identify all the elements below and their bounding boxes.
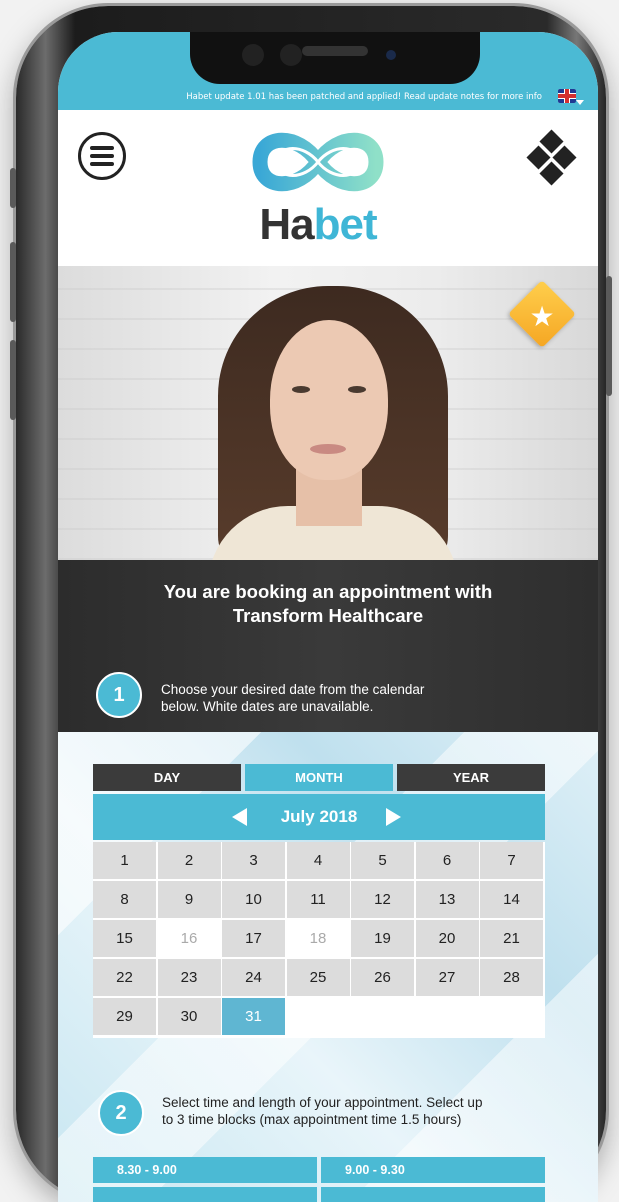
calendar-day[interactable]: 2: [157, 842, 221, 879]
view-tabs: DAY MONTH YEAR: [93, 764, 545, 791]
step-1-instructions: Choose your desired date from the calend…: [161, 682, 425, 714]
booking-info-panel: You are booking an appointment with Tran…: [58, 560, 598, 732]
calendar-day[interactable]: 9: [157, 881, 221, 918]
calendar-day[interactable]: 14: [480, 881, 543, 918]
diamond-grid-icon[interactable]: [526, 129, 578, 186]
chevron-down-icon[interactable]: [576, 100, 584, 105]
app-header: Habet: [58, 110, 598, 266]
calendar-day[interactable]: 6: [415, 842, 479, 879]
step-1-badge: 1: [96, 672, 142, 718]
power-button: [606, 276, 612, 396]
calendar-day[interactable]: 12: [351, 881, 414, 918]
month-navigator: July 2018: [93, 794, 545, 840]
calendar-day[interactable]: 17: [222, 920, 285, 957]
volume-down-button: [10, 340, 16, 420]
time-slot-next-row[interactable]: [93, 1187, 317, 1202]
calendar-day[interactable]: 27: [415, 959, 479, 996]
month-label: July 2018: [280, 807, 358, 826]
calendar-day[interactable]: 19: [351, 920, 414, 957]
calendar-day[interactable]: 28: [480, 959, 543, 996]
calendar-grid: 1 2 3 4 5 6 7 8 9 10 11 12 13 14 15 16 17 18 19 20 21 22 23 24 2…: [93, 842, 545, 1038]
calendar-day[interactable]: 29: [93, 998, 156, 1035]
speaker-grille: [302, 46, 368, 56]
profile-photo: ★: [58, 266, 598, 560]
tab-year[interactable]: YEAR: [397, 764, 545, 791]
calendar-day[interactable]: 7: [480, 842, 543, 879]
calendar-day[interactable]: 26: [351, 959, 414, 996]
calendar-day[interactable]: 31: [222, 998, 285, 1035]
logo-wordmark: Habet: [259, 200, 377, 249]
sensor-icon: [280, 44, 302, 66]
phone-screen: Habet update 1.01 has been patched and a…: [58, 32, 598, 1202]
calendar-day[interactable]: 21: [480, 920, 543, 957]
phone-notch: [190, 32, 480, 84]
calendar-day[interactable]: 5: [351, 842, 414, 879]
calendar-day[interactable]: 15: [93, 920, 156, 957]
calendar-day: 18: [286, 920, 350, 957]
calendar-day[interactable]: 10: [222, 881, 285, 918]
time-slot[interactable]: 8.30 - 9.00: [93, 1157, 317, 1183]
phone-frame: Habet update 1.01 has been patched and a…: [10, 6, 612, 1202]
step-2-instructions: Select time and length of your appointme…: [162, 1095, 483, 1127]
booking-title: You are booking an appointment with Tran…: [163, 581, 493, 626]
calendar-day[interactable]: 30: [157, 998, 221, 1035]
calendar-day[interactable]: 11: [286, 881, 350, 918]
mute-switch: [10, 168, 16, 208]
update-notice-link[interactable]: Habet update 1.01 has been patched and a…: [186, 92, 542, 102]
calendar-day[interactable]: 22: [93, 959, 156, 996]
calendar-section: DAY MONTH YEAR July 2018 1 2 3 4 5 6 7 8 9 10 11 12…: [58, 732, 598, 1202]
front-camera-icon: [242, 44, 264, 66]
tab-day[interactable]: DAY: [93, 764, 241, 791]
calendar-day[interactable]: 13: [415, 881, 479, 918]
calendar-day[interactable]: 1: [93, 842, 156, 879]
calendar-day: 16: [157, 920, 221, 957]
uk-flag-icon[interactable]: [558, 89, 576, 103]
infinity-logo-icon: [252, 132, 384, 192]
step-2-badge: 2: [98, 1090, 144, 1136]
calendar-day[interactable]: 24: [222, 959, 285, 996]
time-slot[interactable]: 9.00 - 9.30: [321, 1157, 545, 1183]
next-month-icon[interactable]: [386, 808, 401, 826]
hamburger-menu-icon[interactable]: [78, 132, 126, 180]
calendar-day[interactable]: 3: [222, 842, 285, 879]
calendar-day[interactable]: 20: [415, 920, 479, 957]
calendar-day[interactable]: 23: [157, 959, 221, 996]
tab-month[interactable]: MONTH: [245, 764, 393, 791]
calendar-day[interactable]: 4: [286, 842, 350, 879]
sensor-dot-icon: [386, 50, 396, 60]
habet-logo[interactable]: Habet: [238, 122, 398, 252]
previous-month-icon[interactable]: [232, 808, 247, 826]
star-icon[interactable]: ★: [526, 301, 558, 333]
calendar-day[interactable]: 8: [93, 881, 156, 918]
volume-up-button: [10, 242, 16, 322]
calendar-day[interactable]: 25: [286, 959, 350, 996]
time-slot-next-row[interactable]: [321, 1187, 545, 1202]
